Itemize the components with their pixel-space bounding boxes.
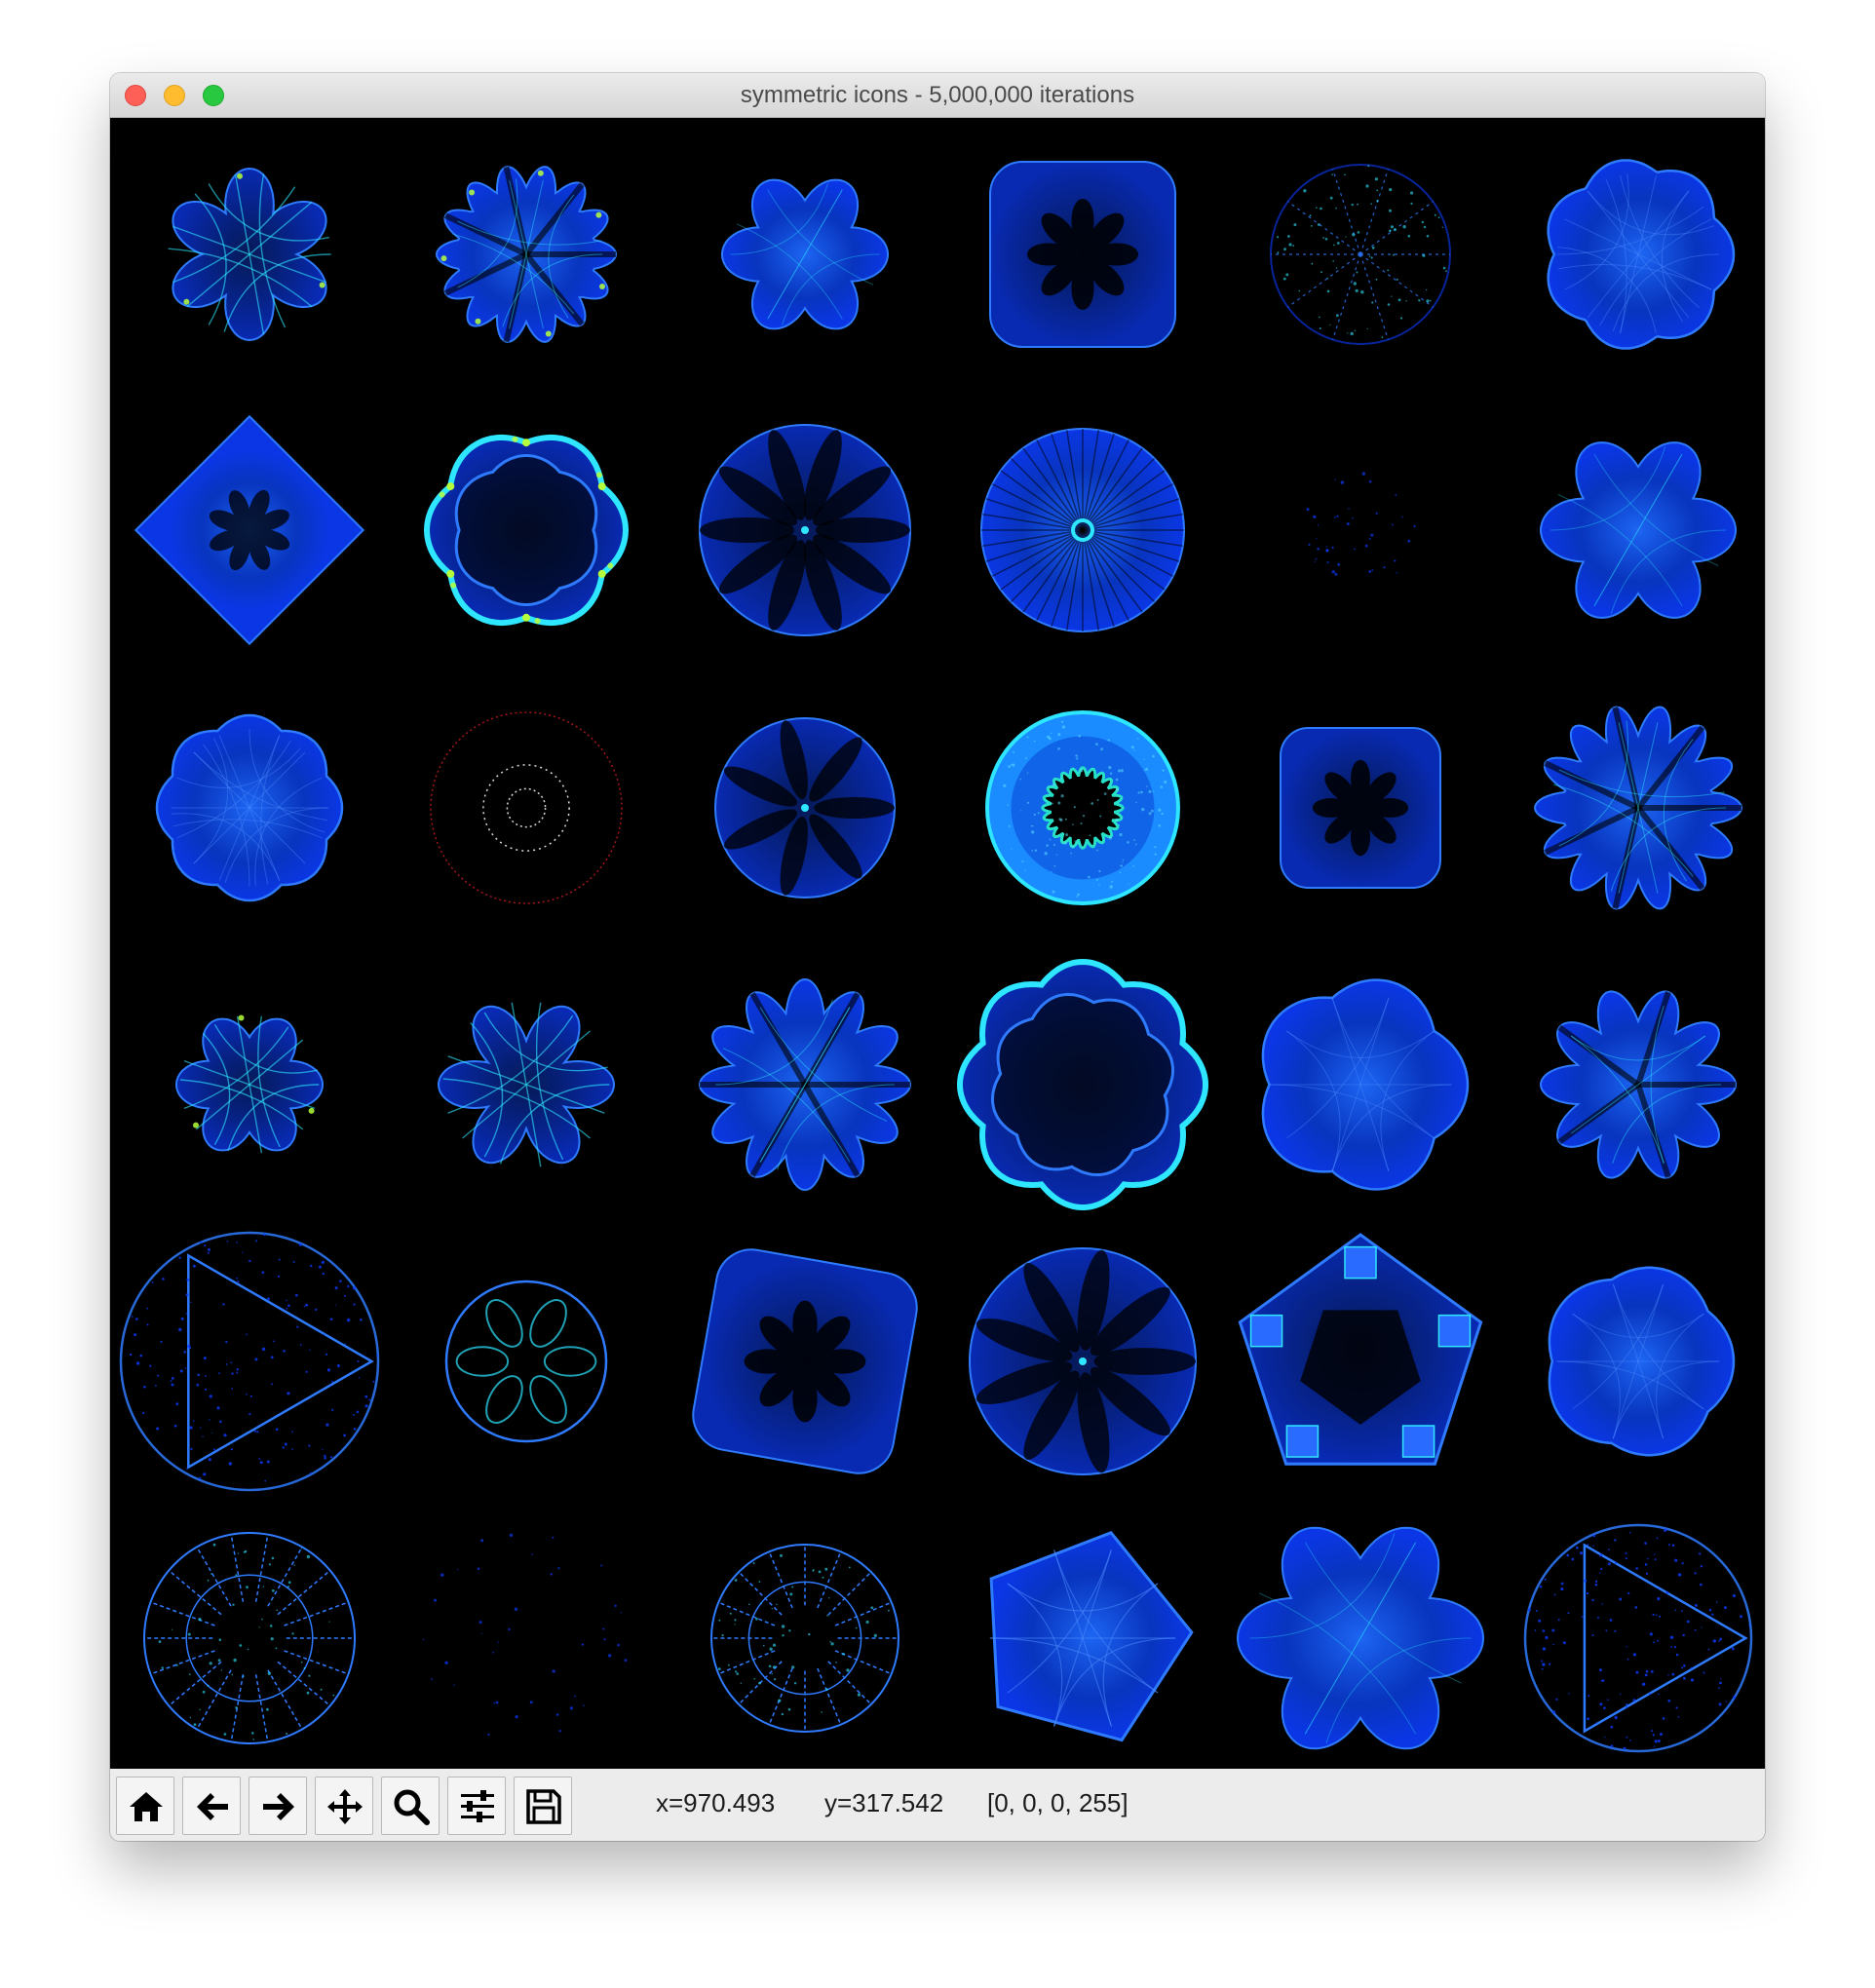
attractor-icon <box>1280 727 1441 889</box>
attractor-icon <box>435 166 618 343</box>
attractor-icon <box>174 1014 325 1154</box>
cursor-y-readout: y=317.542 <box>824 1788 944 1817</box>
sliders-icon <box>461 1790 494 1822</box>
attractor-icon <box>985 710 1180 905</box>
cursor-x-readout: x=970.493 <box>656 1788 776 1817</box>
attractor-icon <box>710 1544 899 1733</box>
app-window: symmetric icons - 5,000,000 iterations x… <box>110 73 1765 1841</box>
attractor-icon <box>720 178 890 330</box>
attractor-icon <box>1261 978 1470 1191</box>
attractor-icon <box>1539 441 1738 619</box>
navigation-toolbar: x=970.493 y=317.542 [0, 0, 0, 255] <box>110 1769 1765 1841</box>
attractor-icon <box>980 428 1185 632</box>
forward-button[interactable] <box>249 1777 307 1835</box>
attractor-icon <box>430 711 623 904</box>
attractor-icon <box>699 424 911 636</box>
home-button[interactable] <box>116 1777 174 1835</box>
attractor-icon <box>119 1231 380 1492</box>
magnifier-icon <box>394 1789 430 1825</box>
attractor-icon <box>989 161 1176 348</box>
attractor-icon <box>692 1248 918 1474</box>
attractor-icon <box>989 1531 1194 1742</box>
title-bar[interactable]: symmetric icons - 5,000,000 iterations <box>110 73 1765 118</box>
save-button[interactable] <box>514 1777 572 1835</box>
move-icon <box>327 1789 363 1824</box>
attractor-icon <box>1270 164 1451 345</box>
back-button[interactable] <box>182 1777 241 1835</box>
pixel-value-readout: [0, 0, 0, 255] <box>987 1788 1129 1817</box>
attractor-icon <box>422 1533 628 1736</box>
zoom-button[interactable] <box>381 1777 440 1835</box>
arrow-right-icon <box>263 1793 294 1820</box>
attractor-icon <box>437 1002 616 1167</box>
window-title: symmetric icons - 5,000,000 iterations <box>740 82 1135 108</box>
attractor-icon <box>714 717 896 898</box>
arrow-left-icon <box>197 1793 228 1820</box>
pan-button[interactable] <box>315 1777 373 1835</box>
attractor-icon <box>1548 1266 1736 1457</box>
figure-canvas[interactable] <box>110 118 1765 1769</box>
attractor-icon <box>1306 472 1416 576</box>
attractor-icon <box>1547 159 1736 350</box>
attractor-icon <box>1523 1523 1753 1753</box>
attractor-icon <box>698 977 912 1192</box>
attractor-icon <box>143 1532 356 1744</box>
symmetric-icons-grid <box>119 159 1753 1753</box>
attractor-icon <box>1533 706 1743 910</box>
attractor-icon <box>1238 1233 1483 1466</box>
attractor-icon <box>444 1280 608 1443</box>
attractor-icon <box>423 434 630 627</box>
attractor-icon <box>1236 1526 1485 1750</box>
floppy-disk-icon <box>526 1789 561 1824</box>
attractor-icon <box>969 1247 1197 1475</box>
attractor-icon <box>1539 990 1738 1179</box>
attractor-icon <box>168 167 331 342</box>
configure-subplots-button[interactable] <box>447 1777 506 1835</box>
attractor-icon <box>956 958 1209 1211</box>
home-icon <box>130 1792 163 1821</box>
attractor-icon <box>134 414 365 646</box>
attractor-icon <box>155 713 344 902</box>
